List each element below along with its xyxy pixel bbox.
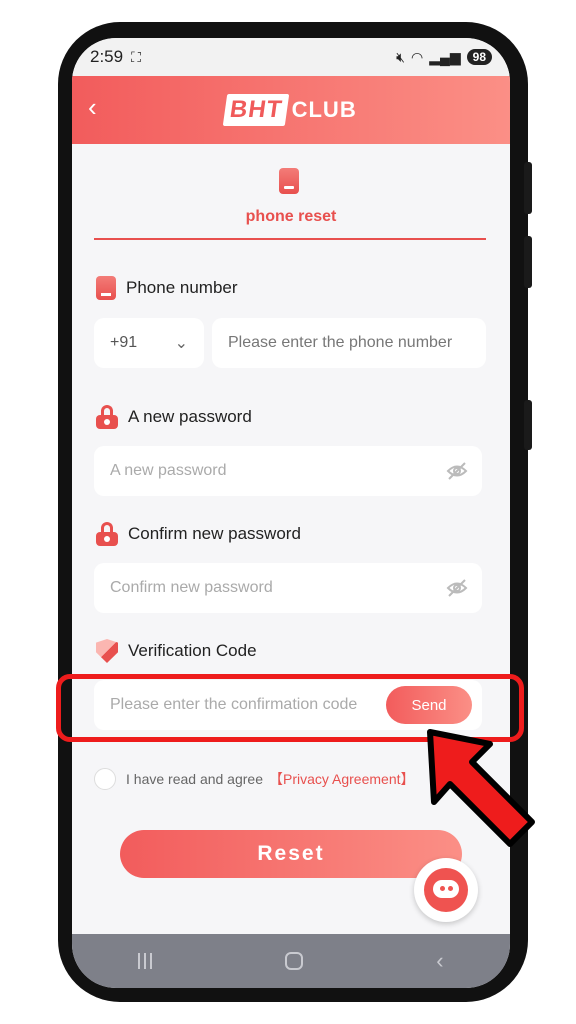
shield-icon: [96, 639, 118, 663]
phone-number-label-text: Phone number: [126, 278, 238, 297]
pointer-arrow: [427, 729, 535, 847]
wifi-icon: ◠: [410, 48, 424, 65]
lock-icon: [96, 522, 118, 546]
agreement-row: I have read and agree 【Privacy Agreement…: [94, 768, 415, 790]
tab-label: phone reset: [245, 208, 337, 225]
phone-number-placeholder: Please enter the phone number: [228, 334, 453, 351]
battery-indicator: 98: [466, 49, 492, 65]
phone-number-label: Phone number: [96, 276, 238, 300]
agreement-checkbox[interactable]: [94, 768, 116, 790]
home-icon[interactable]: [285, 952, 304, 970]
confirm-password-placeholder: Confirm new password: [110, 579, 273, 596]
eye-off-icon[interactable]: [446, 460, 468, 482]
phone-icon: [96, 276, 116, 300]
screenshot-icon: ⛶: [131, 48, 141, 65]
back-icon[interactable]: ‹: [88, 92, 97, 122]
volume-button-2: [524, 236, 532, 288]
country-code-select[interactable]: +91 ⌄: [94, 318, 204, 368]
new-password-placeholder: A new password: [110, 462, 227, 479]
app-header: ‹ BHT CLUB: [72, 76, 510, 144]
confirm-password-label-text: Confirm new password: [128, 524, 301, 543]
chat-icon: [424, 868, 468, 912]
confirm-password-input[interactable]: Confirm new password: [94, 563, 482, 613]
country-code-value: +91: [110, 334, 138, 351]
mute-icon: 🔇︎: [396, 48, 405, 65]
power-button: [524, 400, 532, 450]
agreement-text: I have read and agree: [126, 771, 263, 787]
status-time: 2:59: [90, 47, 124, 66]
verification-code-label-text: Verification Code: [128, 641, 257, 660]
verification-code-label: Verification Code: [96, 639, 257, 663]
eye-off-icon[interactable]: [446, 577, 468, 599]
signal-icon: ▂▄▆: [429, 48, 461, 65]
new-password-label: A new password: [96, 405, 252, 429]
tab-phone-reset[interactable]: phone reset: [72, 144, 510, 244]
status-bar: 2:59 ⛶ 🔇︎ ◠ ▂▄▆ 98: [72, 38, 510, 76]
volume-button: [524, 162, 532, 214]
confirm-password-label: Confirm new password: [96, 522, 301, 546]
recent-apps-icon[interactable]: [138, 953, 153, 969]
chevron-down-icon: ⌄: [174, 335, 188, 352]
privacy-agreement-link[interactable]: 【Privacy Agreement】: [269, 769, 415, 789]
logo-text: CLUB: [291, 97, 357, 122]
chat-support-button[interactable]: [414, 858, 478, 922]
reset-button[interactable]: Reset: [120, 830, 462, 878]
lock-icon: [96, 405, 118, 429]
tab-underline: [94, 238, 486, 240]
logo-box: BHT: [223, 94, 290, 126]
back-nav-icon[interactable]: ‹: [436, 948, 443, 974]
new-password-input[interactable]: A new password: [94, 446, 482, 496]
phone-number-input[interactable]: Please enter the phone number: [212, 318, 486, 368]
app-logo: BHT CLUB: [223, 94, 357, 126]
system-nav-bar: ‹: [72, 934, 510, 988]
new-password-label-text: A new password: [128, 407, 252, 426]
phone-icon: [279, 168, 299, 194]
